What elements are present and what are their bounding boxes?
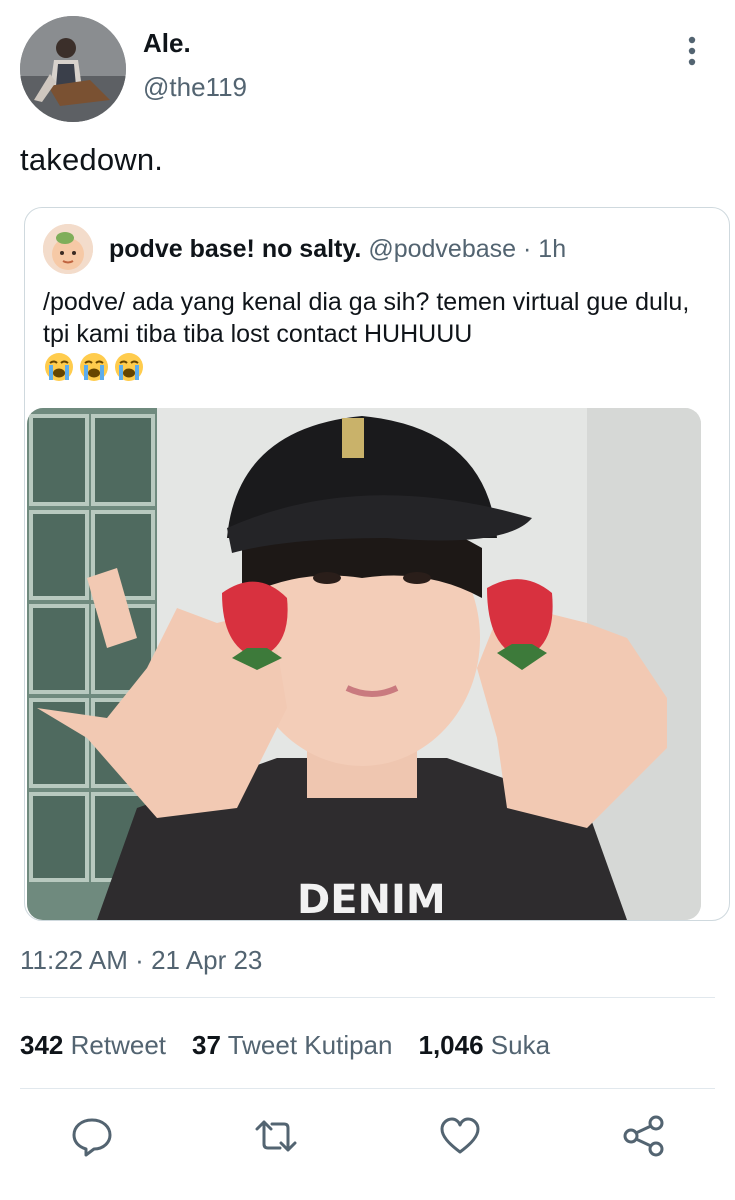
loudly-crying-face-icon [78,351,110,383]
stat-count: 1,046 [418,1030,484,1060]
loudly-crying-face-icon [113,351,145,383]
tweet-text: takedown. [20,142,164,177]
tweet-time: 11:22 AM [20,945,128,975]
engagement-stats: 342 Retweet 37 Tweet Kutipan 1,046 Suka [20,1030,550,1061]
quoted-tweet-header: podve base! no salty. @podvebase · 1h [109,235,566,264]
author-avatar[interactable] [20,16,126,122]
reply-icon[interactable] [70,1114,114,1158]
stat-count: 37 [192,1030,221,1060]
stat-label: Retweet [70,1030,167,1060]
quoted-display-name[interactable]: podve base! no salty. [109,235,361,263]
stat-likes[interactable]: 1,046 Suka [418,1030,550,1061]
emoji-row [43,351,145,383]
quoted-tweet-text-block: /podve/ ada yang kenal dia ga sih? temen… [43,286,713,383]
quoted-time: 1h [538,235,567,263]
quoted-handle[interactable]: @podvebase [368,235,516,263]
stat-quote-tweets[interactable]: 37 Tweet Kutipan [192,1030,392,1061]
retweet-icon[interactable] [254,1114,298,1158]
divider [20,997,715,998]
timestamp-separator: · [135,945,144,975]
author-handle[interactable]: @the119 [143,72,247,103]
quoted-author-avatar[interactable] [43,224,93,274]
quoted-tweet-photo[interactable]: DENIM [27,408,701,920]
more-options-icon[interactable] [676,34,708,68]
quoted-tweet-card[interactable]: podve base! no salty. @podvebase · 1h /p… [24,207,730,921]
stat-label: Suka [490,1030,551,1060]
tweet-timestamp[interactable]: 11:22 AM · 21 Apr 23 [20,945,262,976]
like-icon[interactable] [438,1114,482,1158]
action-bar [0,1114,735,1162]
tweet-date: 21 Apr 23 [151,945,263,975]
tweet-detail-page: Ale. @the119 takedown. podve base! no sa… [0,0,735,1200]
svg-text:DENIM: DENIM [297,877,446,920]
author-display-name[interactable]: Ale. [143,28,191,59]
quoted-separator: · [523,235,532,263]
stat-label: Tweet Kutipan [227,1030,393,1060]
avatar-photo [20,16,126,122]
stat-retweets[interactable]: 342 Retweet [20,1030,166,1061]
stat-count: 342 [20,1030,64,1060]
share-icon[interactable] [622,1114,666,1158]
loudly-crying-face-icon [43,351,75,383]
divider [20,1088,715,1089]
quoted-tweet-text: /podve/ ada yang kenal dia ga sih? temen… [43,288,690,348]
